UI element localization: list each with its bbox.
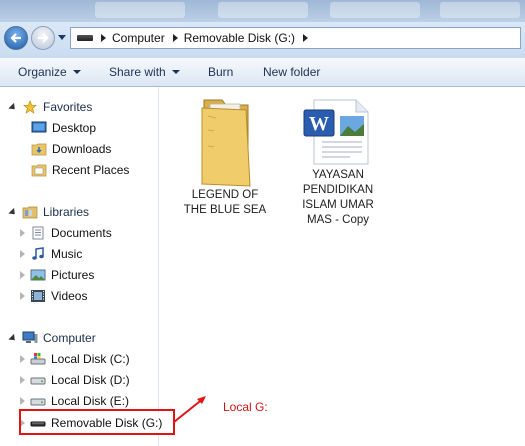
nav-item-local-disk-e[interactable]: Local Disk (E:) (20, 391, 129, 411)
background-tab (330, 2, 420, 18)
drive-icon (77, 35, 93, 41)
film-icon (31, 290, 45, 302)
breadcrumb-separator-icon[interactable] (101, 34, 106, 42)
expand-arrow-icon[interactable] (20, 250, 25, 258)
nav-item-label: Documents (51, 226, 112, 240)
command-bar: Organize Share with Burn New folder (0, 58, 525, 87)
folder-icon (201, 99, 251, 187)
breadcrumb-computer[interactable]: Computer (112, 31, 165, 45)
nav-item-music[interactable]: Music (20, 244, 82, 264)
annotation-arrow-icon (173, 396, 206, 423)
nav-item-recent-places[interactable]: Recent Places (22, 160, 129, 180)
nav-item-label: Pictures (51, 268, 95, 282)
arrow-right-icon (38, 33, 49, 43)
background-tab (95, 2, 185, 18)
share-with-button[interactable]: Share with (109, 65, 180, 79)
star-icon (23, 100, 37, 114)
nav-item-label: Recent Places (52, 163, 130, 177)
hard-drive-icon (30, 377, 46, 385)
expand-arrow-icon[interactable] (20, 355, 25, 363)
nav-favorites[interactable]: Favorites (8, 97, 93, 117)
expand-arrow-icon[interactable] (20, 292, 25, 300)
breadcrumb-separator-icon[interactable] (303, 34, 309, 42)
background-tab (440, 2, 520, 18)
file-item-label: LEGEND OF THE BLUE SEA (183, 189, 267, 216)
navigation-bar: Computer Removable Disk (G:) (0, 22, 525, 58)
computer-icon (22, 331, 38, 343)
window-title-strip (0, 0, 525, 22)
nav-item-documents[interactable]: Documents (20, 223, 112, 243)
downloads-folder-icon (31, 143, 47, 156)
nav-item-local-disk-c[interactable]: Local Disk (C:) (20, 349, 130, 369)
expand-arrow-icon[interactable] (20, 229, 25, 237)
nav-item-label: Videos (51, 289, 88, 303)
back-button[interactable] (4, 26, 28, 50)
word-document-icon: W (303, 99, 369, 165)
nav-libraries-label: Libraries (43, 205, 90, 219)
nav-item-label: Downloads (52, 142, 112, 156)
nav-item-pictures[interactable]: Pictures (20, 265, 94, 285)
expand-arrow-icon[interactable] (8, 333, 18, 343)
nav-libraries[interactable]: Libraries (8, 202, 90, 222)
pictures-icon (30, 269, 46, 281)
nav-item-label: Local Disk (C:) (51, 352, 130, 366)
desktop-icon (31, 121, 47, 133)
svg-text:W: W (309, 113, 329, 135)
chevron-down-icon (171, 70, 180, 74)
expand-arrow-icon[interactable] (8, 207, 18, 217)
file-item-word-document[interactable]: W YAYASAN PENDIDIKAN ISLAM UMAR MAS - Co… (290, 98, 386, 228)
nav-item-desktop[interactable]: Desktop (22, 118, 96, 138)
chevron-down-icon (72, 70, 81, 74)
libraries-icon (22, 206, 38, 219)
address-bar[interactable]: Computer Removable Disk (G:) (70, 27, 521, 49)
share-with-label: Share with (109, 65, 166, 79)
expand-arrow-icon[interactable] (20, 271, 25, 279)
background-tab (218, 2, 308, 18)
organize-label: Organize (18, 65, 67, 79)
expand-arrow-icon[interactable] (8, 102, 18, 112)
nav-item-local-disk-d[interactable]: Local Disk (D:) (20, 370, 130, 390)
nav-item-label: Local Disk (E:) (51, 394, 130, 408)
breadcrumb-removable-disk[interactable]: Removable Disk (G:) (184, 31, 295, 45)
nav-item-label: Desktop (52, 121, 97, 135)
file-item-folder[interactable]: LEGEND OF THE BLUE SEA (177, 96, 273, 218)
nav-item-downloads[interactable]: Downloads (22, 139, 111, 159)
nav-favorites-label: Favorites (43, 100, 93, 114)
arrow-left-icon (10, 33, 21, 43)
nav-item-label: Local Disk (D:) (51, 373, 130, 387)
music-note-icon (32, 247, 44, 260)
breadcrumb-separator-icon[interactable] (172, 34, 178, 42)
annotation-highlight-box (19, 409, 175, 435)
hard-drive-icon (30, 398, 46, 406)
forward-button[interactable] (31, 26, 55, 50)
expand-arrow-icon[interactable] (20, 397, 25, 405)
expand-arrow-icon[interactable] (20, 376, 25, 384)
nav-item-label: Music (51, 247, 83, 261)
nav-computer[interactable]: Computer (8, 328, 96, 348)
recent-places-icon (31, 164, 47, 177)
system-drive-icon (30, 353, 46, 365)
recent-pages-dropdown[interactable] (58, 35, 66, 40)
nav-computer-label: Computer (43, 331, 96, 345)
burn-label: Burn (208, 65, 234, 79)
organize-button[interactable]: Organize (18, 65, 81, 79)
documents-icon (32, 226, 44, 240)
file-item-label: YAYASAN PENDIDIKAN ISLAM UMAR MAS - Copy (302, 169, 374, 226)
new-folder-button[interactable]: New folder (263, 65, 320, 79)
burn-button[interactable]: Burn (208, 65, 233, 79)
new-folder-label: New folder (263, 65, 321, 79)
nav-item-videos[interactable]: Videos (20, 286, 87, 306)
annotation-label: Local G: (223, 400, 268, 414)
